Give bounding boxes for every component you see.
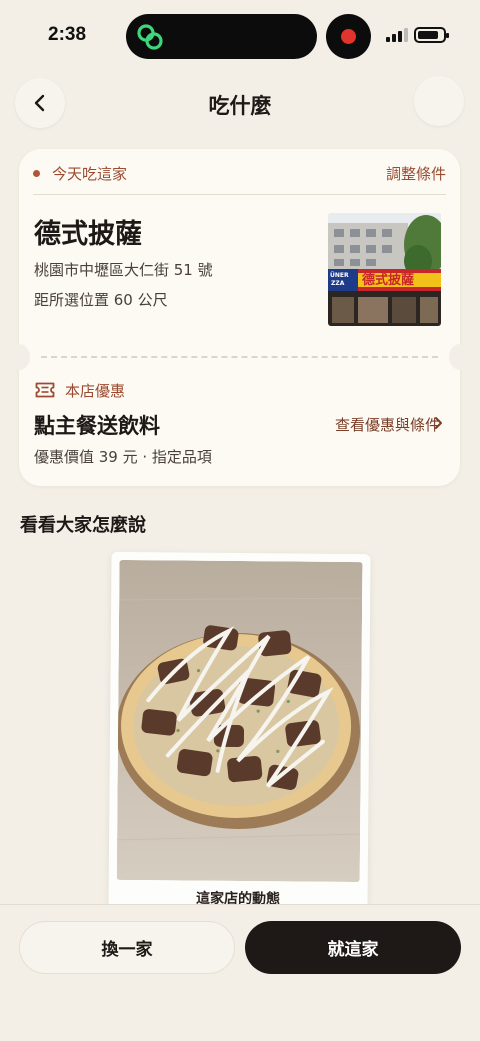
pizza-photo	[116, 559, 363, 883]
reviews-section-title: 看看大家怎麼說	[20, 515, 146, 536]
ticket-notch-left	[8, 344, 30, 370]
deal-subtitle: 優惠價值 39 元 · 指定品項	[34, 448, 212, 466]
deal-terms-link-label: 查看優惠與條件	[334, 416, 440, 434]
status-bar: 2:38	[0, 0, 480, 72]
recording-indicator-icon	[326, 14, 371, 59]
divider	[33, 194, 446, 195]
tag-dot-icon	[33, 170, 40, 177]
deal-terms-link[interactable]: 查看優惠與條件	[335, 414, 440, 435]
review-photo-card[interactable]: 這家店的動態	[108, 551, 371, 915]
nav-right-button[interactable]	[414, 76, 464, 126]
choose-button-label: 就這家	[327, 940, 379, 960]
ticket-divider	[41, 356, 438, 358]
page-title: 吃什麼	[208, 93, 272, 118]
shop-photo[interactable]: ÜNER ZZA 德式披薩	[328, 213, 441, 326]
bottom-action-bar: 換一家 就這家	[0, 904, 480, 1041]
recommendation-card: 今天吃這家 調整條件 德式披薩 桃園市中壢區大仁街 51 號 距所選位置 60 …	[19, 149, 460, 486]
skip-button[interactable]: 換一家	[19, 921, 235, 974]
status-time: 2:38	[48, 24, 87, 45]
dynamic-island	[126, 14, 317, 59]
cellular-signal-icon	[386, 28, 408, 42]
shop-name: 德式披薩	[34, 219, 142, 250]
ticket-notch-right	[449, 344, 471, 370]
coupon-icon	[35, 382, 55, 398]
chevron-right-icon	[435, 417, 442, 429]
card-header: 今天吃這家 調整條件	[33, 163, 446, 183]
adjust-filters-link[interactable]: 調整條件	[386, 163, 446, 184]
shop-distance: 距所選位置 60 公尺	[34, 291, 168, 309]
choose-button[interactable]: 就這家	[245, 921, 461, 974]
battery-icon	[414, 27, 449, 43]
today-tag: 今天吃這家	[52, 165, 128, 183]
deal-title: 點主餐送飲料	[34, 413, 160, 438]
skip-button-label: 換一家	[101, 940, 153, 960]
nav-bar: 吃什麼	[0, 76, 480, 130]
photo-sign-text: 德式披薩	[362, 272, 414, 288]
shop-address: 桃園市中壢區大仁街 51 號	[34, 261, 213, 279]
deal-label: 本店優惠	[65, 382, 126, 400]
link-rings-icon	[137, 24, 163, 50]
